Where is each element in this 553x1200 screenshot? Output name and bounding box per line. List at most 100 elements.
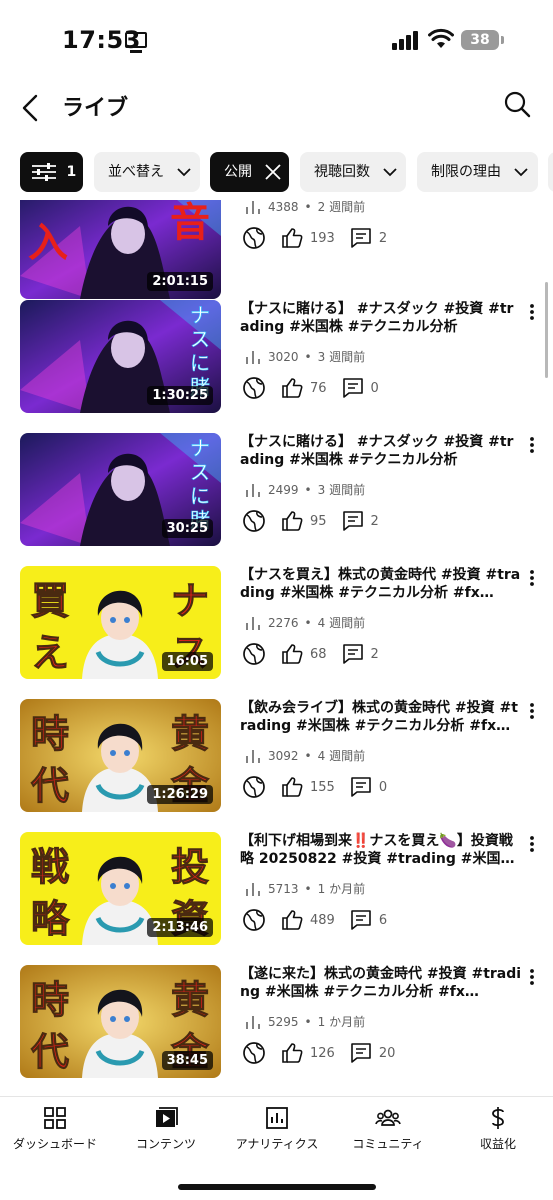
video-thumbnail[interactable]: ナスに賭1:30:25	[20, 300, 221, 413]
video-age: 1 か月前	[317, 882, 366, 896]
like-count[interactable]: 193	[280, 226, 335, 250]
video-thumbnail[interactable]: 時代黄金1:26:29	[20, 699, 221, 812]
screen-mirroring-icon	[125, 32, 147, 53]
globe-icon	[243, 510, 265, 532]
video-thumbnail[interactable]: 時代黄金38:45	[20, 965, 221, 1078]
visibility-status[interactable]	[242, 376, 266, 400]
visibility-status[interactable]	[242, 642, 266, 666]
restrictions-label: 制限の理由	[431, 164, 501, 180]
like-count-value: 193	[310, 230, 335, 246]
like-count[interactable]: 76	[280, 376, 327, 400]
video-row[interactable]: ナスに賭1:30:25 【ナスに賭ける】 #ナスダック #投資 #trading …	[0, 300, 553, 418]
video-row[interactable]: 時代黄金1:26:29 【飲み会ライブ】株式の黄金時代 #投資 #trading …	[0, 699, 553, 817]
video-meta: 2499 • 3 週間前	[244, 481, 365, 498]
svg-text:投: 投	[171, 845, 209, 889]
video-duration: 38:45	[161, 1051, 213, 1070]
views-bar-icon	[246, 749, 260, 763]
video-thumbnail[interactable]: 戦略投資2:13:46	[20, 832, 221, 945]
video-stats: 68 2	[242, 642, 393, 666]
nav-monetization[interactable]: 収益化	[443, 1105, 553, 1161]
globe-icon	[243, 643, 265, 665]
like-count[interactable]: 489	[280, 908, 335, 932]
like-count[interactable]: 155	[280, 775, 335, 799]
video-title[interactable]: 【遂に来た】株式の黄金時代 #投資 #trading #米国株 #テクニカル分析…	[240, 965, 522, 1001]
comment-icon	[351, 910, 371, 930]
video-thumbnail[interactable]: ナスに賭30:25	[20, 433, 221, 546]
comment-icon	[351, 228, 371, 248]
svg-text:代: 代	[31, 1030, 69, 1074]
filter-bar: 1 並べ替え 公開 視聴回数 制限の理由	[0, 152, 553, 194]
video-row[interactable]: 買えナス16:05 【ナスを買え】株式の黄金時代 #投資 #trading #米国…	[0, 566, 553, 684]
svg-text:に: に	[190, 484, 210, 508]
community-icon	[375, 1109, 401, 1126]
scrollbar[interactable]	[545, 282, 548, 378]
video-age: 2 週間前	[317, 200, 366, 214]
views-bar-icon	[246, 350, 260, 364]
more-vert-icon[interactable]	[524, 302, 540, 322]
thumb-up-icon	[282, 644, 303, 664]
nav-community[interactable]: コミュニティ	[333, 1105, 443, 1161]
views-chip[interactable]: 視聴回数	[300, 152, 406, 192]
video-title[interactable]: 【ナスに賭ける】 #ナスダック #投資 #trading #米国株 #テクニカル…	[240, 300, 522, 336]
dashboard-icon	[44, 1107, 66, 1129]
video-meta: 4388 • 2 週間前	[244, 200, 365, 215]
comment-count[interactable]: 2	[341, 509, 379, 533]
video-age: 4 週間前	[317, 749, 366, 763]
home-indicator[interactable]	[178, 1184, 376, 1190]
more-vert-icon[interactable]	[524, 701, 540, 721]
visibility-status[interactable]	[242, 226, 266, 250]
like-count[interactable]: 68	[280, 642, 327, 666]
analytics-icon	[266, 1107, 288, 1129]
nav-dashboard[interactable]: ダッシュボード	[0, 1105, 110, 1161]
visibility-status[interactable]	[242, 509, 266, 533]
nav-analytics[interactable]: アナリティクス	[222, 1105, 332, 1161]
video-row[interactable]: ナスに賭30:25 【ナスに賭ける】 #ナスダック #投資 #trading #米…	[0, 433, 553, 551]
meta-separator: •	[304, 349, 312, 364]
close-icon[interactable]	[264, 163, 282, 181]
nav-content[interactable]: コンテンツ	[111, 1105, 221, 1161]
comment-count[interactable]: 0	[349, 775, 387, 799]
like-count[interactable]: 126	[280, 1041, 335, 1065]
svg-text:え: え	[31, 631, 69, 675]
more-vert-icon[interactable]	[524, 834, 540, 854]
video-title[interactable]: 【ナスに賭ける】 #ナスダック #投資 #trading #米国株 #テクニカル…	[240, 433, 522, 469]
comment-icon	[342, 644, 363, 664]
video-title[interactable]: 【飲み会ライブ】株式の黄金時代 #投資 #trading #米国株 #テクニカル…	[240, 699, 522, 735]
comment-icon	[342, 511, 363, 531]
like-count[interactable]: 95	[280, 509, 327, 533]
comment-count[interactable]: 2	[349, 226, 387, 250]
visibility-chip[interactable]: 公開	[210, 152, 289, 192]
chevron-left-icon[interactable]	[14, 88, 50, 128]
cellular-signal-icon	[392, 30, 420, 50]
video-row[interactable]: 時代黄金38:45 【遂に来た】株式の黄金時代 #投資 #trading #米国株…	[0, 965, 553, 1083]
visibility-status[interactable]	[242, 775, 266, 799]
restrictions-chip[interactable]: 制限の理由	[417, 152, 538, 192]
comment-count[interactable]: 0	[341, 376, 379, 400]
video-meta: 2276 • 4 週間前	[244, 614, 365, 631]
video-title[interactable]: 【ナスを買え】株式の黄金時代 #投資 #trading #米国株 #テクニカル分…	[240, 566, 522, 602]
video-title[interactable]: 【利下げ相場到来‼️ナスを買え🍆】投資戦略 20250822 #投資 #trad…	[240, 832, 522, 868]
thumb-up-icon	[282, 1043, 303, 1063]
more-vert-icon[interactable]	[524, 568, 540, 588]
video-meta: 5713 • 1 か月前	[244, 880, 365, 897]
comment-count[interactable]: 6	[349, 908, 387, 932]
video-thumbnail[interactable]: 入 音 2:01:15	[20, 200, 221, 299]
search-icon[interactable]	[500, 88, 536, 124]
visibility-status[interactable]	[242, 1041, 266, 1065]
svg-text:買: 買	[31, 579, 69, 623]
nav-community-label: コミュニティ	[352, 1137, 424, 1151]
video-row[interactable]: 入音 2:01:15 4388 • 2 週間前 193 2	[0, 200, 553, 304]
more-vert-icon[interactable]	[524, 435, 540, 455]
video-row[interactable]: 戦略投資2:13:46 【利下げ相場到来‼️ナスを買え🍆】投資戦略 2025082…	[0, 832, 553, 950]
filter-settings-chip[interactable]: 1	[20, 152, 83, 192]
comment-count[interactable]: 20	[349, 1041, 395, 1065]
more-filters-chip[interactable]	[548, 152, 553, 192]
sort-chip[interactable]: 並べ替え	[94, 152, 200, 192]
more-vert-icon[interactable]	[524, 967, 540, 987]
comment-count[interactable]: 2	[341, 642, 379, 666]
video-meta: 3092 • 4 週間前	[244, 747, 365, 764]
visibility-status[interactable]	[242, 908, 266, 932]
video-thumbnail[interactable]: 買えナス16:05	[20, 566, 221, 679]
svg-text:入: 入	[28, 220, 68, 266]
video-duration: 2:01:15	[147, 272, 213, 291]
